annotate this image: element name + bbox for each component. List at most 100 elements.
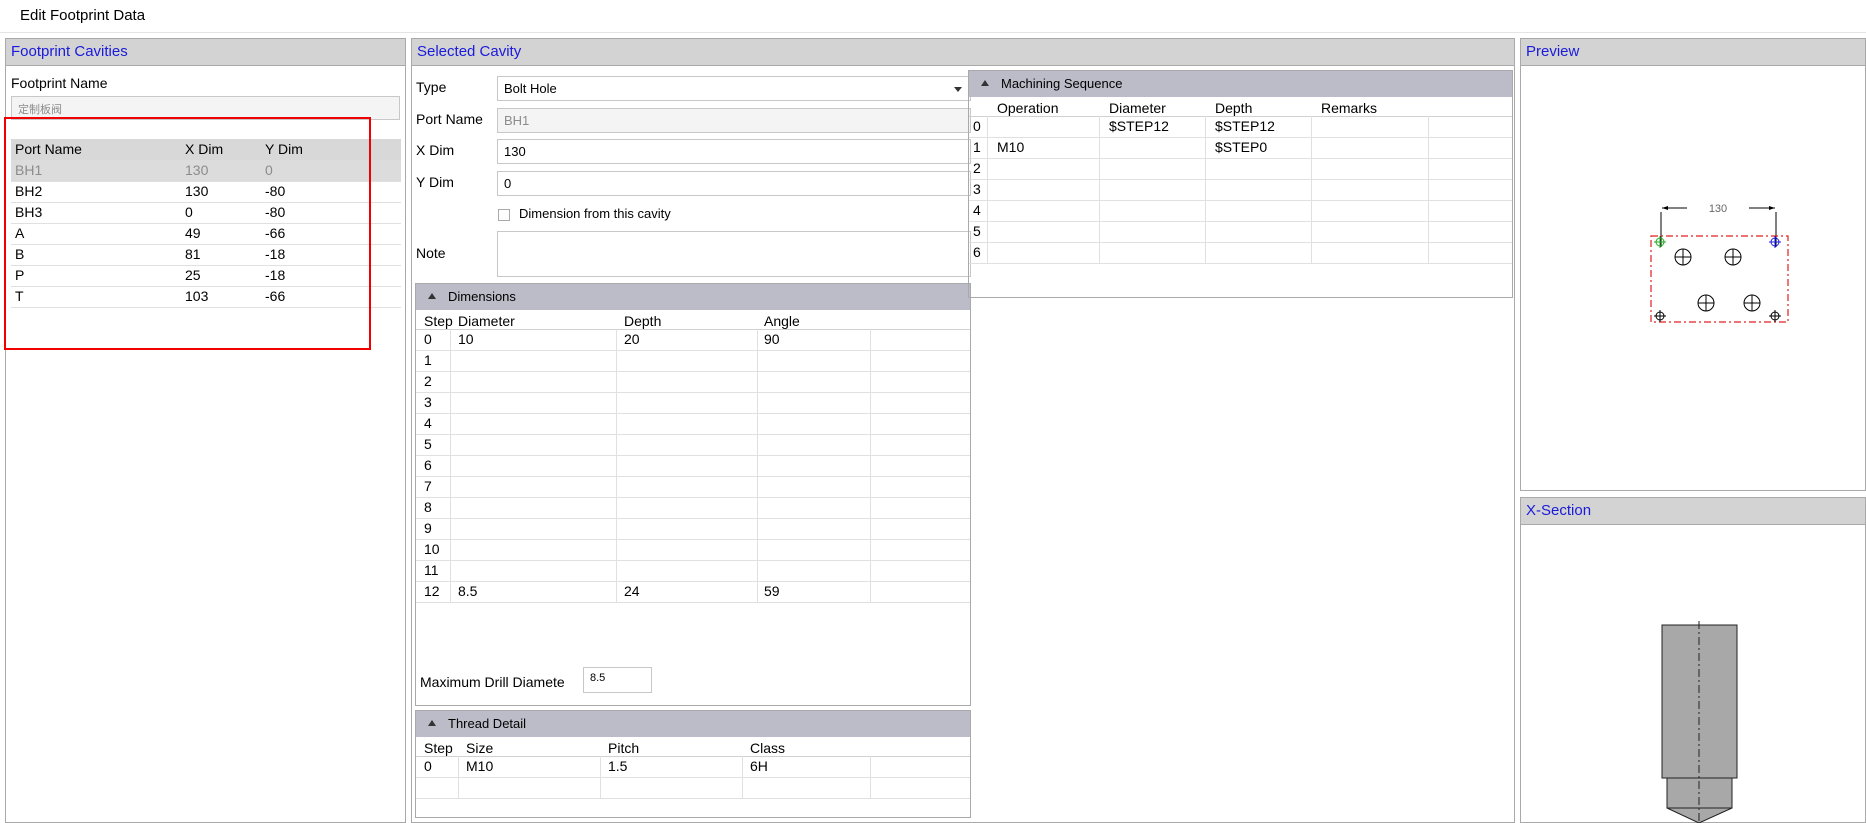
table-cell[interactable] [1207, 242, 1313, 263]
dimensions-header[interactable]: Dimensions [416, 284, 970, 310]
column-header[interactable]: Size [462, 738, 604, 756]
table-cell[interactable]: 130 [181, 160, 261, 181]
table-cell[interactable] [1313, 116, 1428, 137]
table-cell[interactable] [760, 371, 870, 392]
table-cell[interactable] [620, 413, 760, 434]
table-row[interactable]: BH1 130 0 [11, 160, 401, 182]
table-cell[interactable]: 130 [181, 181, 261, 202]
table-cell[interactable] [760, 434, 870, 455]
table-cell[interactable]: B [11, 244, 181, 265]
table-cell[interactable] [462, 777, 604, 798]
table-cell[interactable] [620, 371, 760, 392]
table-cell[interactable] [760, 455, 870, 476]
table-row[interactable]: 11 [416, 560, 970, 582]
column-header[interactable]: Step [420, 738, 458, 756]
column-header[interactable]: Class [746, 738, 866, 756]
column-header[interactable]: Depth [1207, 98, 1313, 116]
column-header[interactable]: Operation [989, 98, 1101, 116]
table-row[interactable]: 6 [416, 455, 970, 477]
table-cell[interactable]: 4 [420, 413, 454, 434]
table-cell[interactable]: 1 [420, 350, 454, 371]
table-cell[interactable] [1313, 221, 1428, 242]
table-cell[interactable] [604, 777, 746, 798]
table-cell[interactable] [454, 371, 620, 392]
table-cell[interactable] [454, 455, 620, 476]
table-cell[interactable]: A [11, 223, 181, 244]
table-row[interactable]: BH3 0 -80 [11, 202, 401, 224]
table-row[interactable]: 9 [416, 518, 970, 540]
table-cell[interactable] [620, 476, 760, 497]
machining-sequence-header[interactable]: Machining Sequence [969, 71, 1512, 97]
table-cell[interactable]: 25 [181, 265, 261, 286]
table-cell[interactable]: 3 [420, 392, 454, 413]
table-cell[interactable]: M10 [989, 137, 1101, 158]
table-row[interactable]: 1 [416, 350, 970, 372]
table-cell[interactable]: 103 [181, 286, 261, 307]
table-cell[interactable]: 2 [420, 371, 454, 392]
table-cell[interactable] [454, 392, 620, 413]
table-row[interactable]: 4 [969, 200, 1512, 222]
table-cell[interactable]: M10 [462, 756, 604, 777]
footprint-name-field[interactable]: 定制板阀 [11, 96, 400, 120]
table-cell[interactable]: 6H [746, 756, 866, 777]
table-cell[interactable] [420, 777, 458, 798]
table-cell[interactable] [620, 392, 760, 413]
table-row[interactable]: 0 M10 1.5 6H [416, 756, 970, 778]
table-cell[interactable] [760, 392, 870, 413]
table-cell[interactable] [746, 777, 866, 798]
table-cell[interactable] [760, 560, 870, 581]
table-cell[interactable] [1101, 221, 1207, 242]
table-cell[interactable]: 12 [420, 581, 454, 602]
table-cell[interactable] [1313, 200, 1428, 221]
table-cell[interactable] [454, 413, 620, 434]
column-header[interactable]: Diameter [1101, 98, 1207, 116]
table-cell[interactable]: 10 [454, 329, 620, 350]
table-row[interactable]: B 81 -18 [11, 244, 401, 266]
table-cell[interactable] [454, 350, 620, 371]
table-row[interactable]: 10 [416, 539, 970, 561]
table-cell[interactable] [620, 497, 760, 518]
table-cell[interactable]: 0 [420, 329, 454, 350]
table-cell[interactable]: 10 [420, 539, 454, 560]
table-cell[interactable]: 20 [620, 329, 760, 350]
table-cell[interactable] [989, 242, 1101, 263]
table-cell[interactable]: -66 [261, 286, 381, 307]
table-cell[interactable]: BH2 [11, 181, 181, 202]
table-cell[interactable] [989, 116, 1101, 137]
table-cell[interactable]: T [11, 286, 181, 307]
table-cell[interactable] [760, 350, 870, 371]
table-row[interactable]: 0 $STEP12 $STEP12 [969, 116, 1512, 138]
table-cell[interactable]: -80 [261, 181, 381, 202]
table-cell[interactable] [620, 350, 760, 371]
table-cell[interactable] [989, 158, 1101, 179]
column-header[interactable]: Depth [620, 311, 760, 329]
table-cell[interactable]: -80 [261, 202, 381, 223]
type-select[interactable]: Bolt Hole [497, 76, 971, 101]
port-name-field[interactable]: BH1 [497, 108, 971, 133]
table-cell[interactable]: 1.5 [604, 756, 746, 777]
table-cell[interactable] [1207, 200, 1313, 221]
table-row[interactable]: 5 [969, 221, 1512, 243]
column-header[interactable]: Step [420, 311, 454, 329]
column-header[interactable]: X Dim [181, 139, 261, 160]
table-row[interactable]: 3 [416, 392, 970, 414]
dimension-checkbox[interactable] [498, 209, 510, 221]
table-row[interactable]: 8 [416, 497, 970, 519]
table-cell[interactable] [454, 539, 620, 560]
table-cell[interactable]: 81 [181, 244, 261, 265]
table-cell[interactable] [620, 560, 760, 581]
table-row[interactable]: 12 8.5 24 59 [416, 581, 970, 603]
table-cell[interactable] [454, 434, 620, 455]
table-cell[interactable]: 49 [181, 223, 261, 244]
table-cell[interactable] [620, 518, 760, 539]
table-cell[interactable] [760, 413, 870, 434]
table-cell[interactable]: $STEP12 [1101, 116, 1207, 137]
table-cell[interactable] [1101, 242, 1207, 263]
note-field[interactable] [497, 231, 971, 277]
table-cell[interactable]: $STEP0 [1207, 137, 1313, 158]
table-cell[interactable] [1207, 221, 1313, 242]
table-row[interactable]: 2 [416, 371, 970, 393]
column-header[interactable]: Angle [760, 311, 870, 329]
table-cell[interactable]: 9 [420, 518, 454, 539]
thread-detail-header[interactable]: Thread Detail [416, 711, 970, 737]
